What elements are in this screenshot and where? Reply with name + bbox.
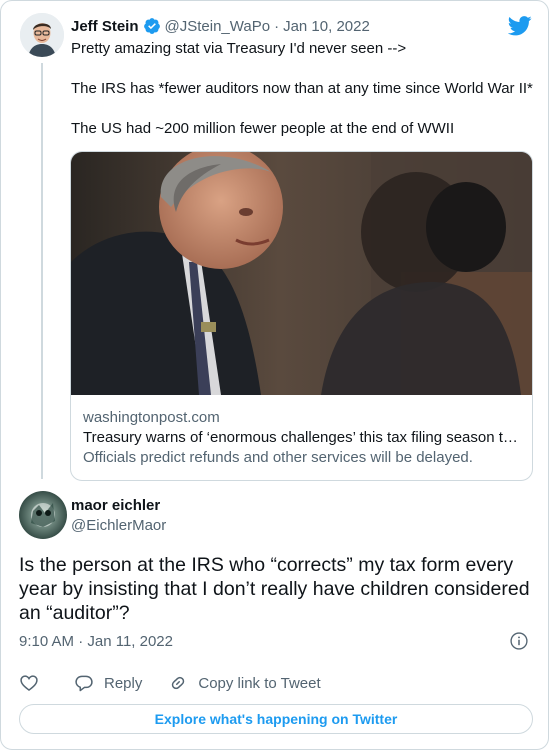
link-preview-image <box>71 152 532 395</box>
parent-tweet-line: The US had ~200 million fewer people at … <box>71 120 455 137</box>
thread-connector-line <box>41 63 43 479</box>
link-preview-card[interactable]: washingtonpost.com Treasury warns of ‘en… <box>70 151 533 481</box>
link-title[interactable]: Treasury warns of ‘enormous challenges’ … <box>83 428 523 448</box>
copy-link-button[interactable]: Copy link to Tweet <box>168 673 321 693</box>
parent-author-avatar[interactable] <box>20 13 64 57</box>
link-description: Officials predict refunds and other serv… <box>83 449 473 466</box>
link-preview-meta: washingtonpost.com Treasury warns of ‘en… <box>83 408 523 468</box>
tweet-embed-card: Jeff Stein @JStein_WaPo · Jan 10, 2022 P… <box>0 0 549 750</box>
link-domain: washingtonpost.com <box>83 409 220 426</box>
parent-tweet-header: Jeff Stein @JStein_WaPo · Jan 10, 2022 <box>71 16 370 36</box>
parent-tweet-line: The IRS has *fewer auditors now than at … <box>71 80 533 97</box>
tweet-timestamp[interactable]: 9:10 AM · Jan 11, 2022 <box>19 633 173 650</box>
parent-tweet-text: Pretty amazing stat via Treasury I'd nev… <box>71 39 541 139</box>
reply-icon <box>75 675 93 692</box>
parent-author-handle[interactable]: @JStein_WaPo <box>165 18 271 35</box>
copy-link-label: Copy link to Tweet <box>198 674 321 692</box>
info-icon[interactable] <box>509 631 529 651</box>
main-author-handle[interactable]: @EichlerMaor <box>71 517 166 534</box>
like-button[interactable] <box>19 673 39 693</box>
main-author-avatar[interactable] <box>19 491 67 539</box>
explore-twitter-button[interactable]: Explore what's happening on Twitter <box>19 704 533 734</box>
main-tweet-text: Is the person at the IRS who “corrects” … <box>19 554 530 624</box>
parent-tweet-line: Pretty amazing stat via Treasury I'd nev… <box>71 40 407 57</box>
tweet-actions: Reply Copy link to Tweet <box>19 671 321 695</box>
twitter-bird-icon[interactable] <box>508 15 532 37</box>
parent-author-name[interactable]: Jeff Stein <box>71 18 139 35</box>
main-author-name[interactable]: maor eichler <box>71 497 160 514</box>
reply-button[interactable]: Reply <box>74 673 142 693</box>
heart-icon <box>20 675 38 692</box>
parent-tweet-date[interactable]: Jan 10, 2022 <box>283 18 370 35</box>
header-separator: · <box>274 17 280 35</box>
verified-badge-icon <box>143 18 160 34</box>
reply-label: Reply <box>104 674 143 692</box>
link-icon <box>172 676 185 690</box>
